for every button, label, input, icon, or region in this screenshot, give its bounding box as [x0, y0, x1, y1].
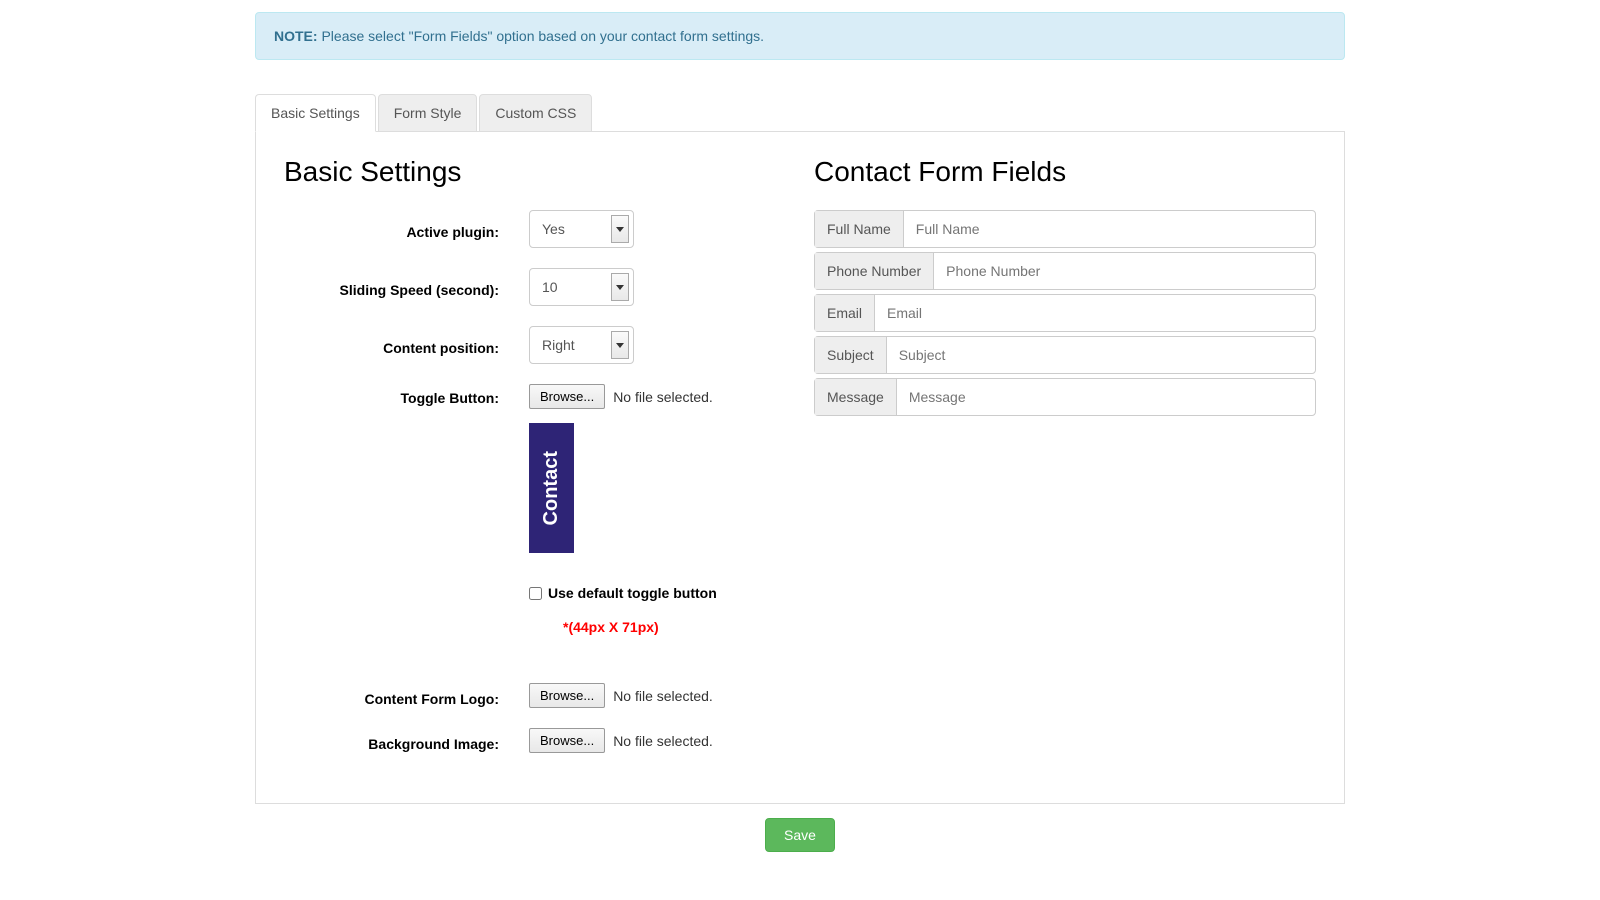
- logo-browse-button[interactable]: Browse...: [529, 683, 605, 708]
- content-form-logo-label: Content Form Logo:: [284, 685, 529, 707]
- subject-input[interactable]: [887, 337, 1315, 373]
- sliding-speed-value: 10: [542, 279, 611, 295]
- tab-content: Basic Settings Active plugin: Yes Slidin…: [255, 132, 1345, 804]
- chevron-down-icon: [611, 273, 629, 301]
- subject-addon: Subject: [815, 337, 887, 373]
- sliding-speed-select[interactable]: 10: [529, 268, 634, 306]
- fullname-group: Full Name: [814, 210, 1316, 248]
- active-plugin-value: Yes: [542, 221, 611, 237]
- settings-tabs: Basic Settings Form Style Custom CSS: [255, 94, 1345, 132]
- use-default-toggle-checkbox[interactable]: [529, 587, 542, 600]
- use-default-toggle-label: Use default toggle button: [548, 585, 717, 601]
- content-position-label: Content position:: [284, 334, 529, 356]
- subject-group: Subject: [814, 336, 1316, 374]
- chevron-down-icon: [611, 331, 629, 359]
- save-button[interactable]: Save: [765, 818, 835, 852]
- phone-addon: Phone Number: [815, 253, 934, 289]
- chevron-down-icon: [611, 215, 629, 243]
- basic-settings-heading: Basic Settings: [284, 156, 794, 188]
- email-group: Email: [814, 294, 1316, 332]
- toggle-file-status: No file selected.: [613, 389, 713, 405]
- contact-form-fields-heading: Contact Form Fields: [814, 156, 1316, 188]
- phone-group: Phone Number: [814, 252, 1316, 290]
- fullname-input[interactable]: [904, 211, 1315, 247]
- phone-input[interactable]: [934, 253, 1315, 289]
- toggle-browse-button[interactable]: Browse...: [529, 384, 605, 409]
- note-label: NOTE:: [274, 28, 318, 44]
- sliding-speed-label: Sliding Speed (second):: [284, 276, 529, 298]
- bg-browse-button[interactable]: Browse...: [529, 728, 605, 753]
- toggle-preview-text: Contact: [540, 451, 563, 525]
- tab-basic-settings[interactable]: Basic Settings: [255, 94, 376, 132]
- logo-file-status: No file selected.: [613, 688, 713, 704]
- fullname-addon: Full Name: [815, 211, 904, 247]
- tab-custom-css[interactable]: Custom CSS: [479, 94, 592, 132]
- background-image-label: Background Image:: [284, 730, 529, 752]
- note-text: Please select "Form Fields" option based…: [321, 28, 764, 44]
- active-plugin-label: Active plugin:: [284, 218, 529, 240]
- toggle-button-preview: Contact: [529, 423, 574, 553]
- toggle-button-label: Toggle Button:: [284, 384, 529, 406]
- message-input[interactable]: [897, 379, 1315, 415]
- email-input[interactable]: [875, 295, 1315, 331]
- message-group: Message: [814, 378, 1316, 416]
- info-note: NOTE: Please select "Form Fields" option…: [255, 12, 1345, 60]
- message-addon: Message: [815, 379, 897, 415]
- tab-form-style[interactable]: Form Style: [378, 94, 478, 132]
- content-position-select[interactable]: Right: [529, 326, 634, 364]
- active-plugin-select[interactable]: Yes: [529, 210, 634, 248]
- content-position-value: Right: [542, 337, 611, 353]
- toggle-dimensions-note: *(44px X 71px): [563, 619, 794, 635]
- bg-file-status: No file selected.: [613, 733, 713, 749]
- email-addon: Email: [815, 295, 875, 331]
